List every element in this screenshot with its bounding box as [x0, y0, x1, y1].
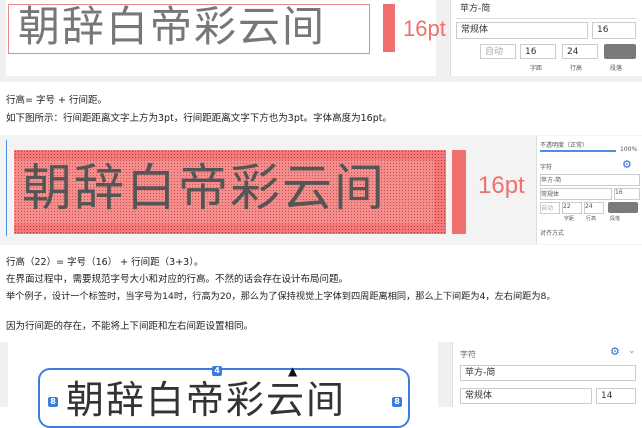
font-size-input[interactable]: 16: [592, 22, 636, 39]
font-weight-select-2[interactable]: 常规体: [540, 188, 612, 200]
text-line-height-formula: 行高= 字号 + 行间距。: [6, 95, 107, 106]
font-weight-select-3[interactable]: 常规体: [460, 388, 592, 404]
ruler-line: [6, 140, 7, 236]
font-family-value: 苹方-简: [460, 4, 491, 14]
align-label: 对齐方式: [540, 230, 565, 237]
cursor-icon: ▲: [288, 364, 298, 378]
auto-input[interactable]: 自动: [480, 44, 516, 59]
line-height-value-2: 24: [585, 203, 593, 210]
font-size-value-2: 16: [615, 189, 623, 196]
paragraph-label-2: 段落: [610, 216, 621, 222]
sample-text-large: 朝辞白帝彩云间: [18, 2, 327, 51]
text-figure-description: 如下图所示：行间距距离文字上方为3pt，行间距距离文字下方也为3pt。字体高度为…: [6, 113, 392, 124]
font-size-input-3[interactable]: 14: [596, 388, 636, 404]
font-weight-value-3: 常规体: [465, 391, 493, 401]
line-height-input[interactable]: 24: [562, 44, 598, 59]
char-spacing-label-2: 字距: [564, 216, 575, 222]
badge-left-spacing: 8: [48, 397, 58, 407]
font-size-value-3: 14: [601, 391, 613, 401]
opacity-slider[interactable]: [540, 150, 616, 152]
text-spacing-note: 因为行间距的存在，不能将上下间距和左右间距设置相同。: [6, 321, 254, 332]
line-height-value: 24: [567, 47, 579, 57]
character-section-label: 字符: [540, 164, 553, 171]
font-family-value-2: 苹方-简: [541, 177, 562, 184]
auto-placeholder: 自动: [485, 47, 504, 57]
line-height-input-2[interactable]: 24: [584, 202, 604, 214]
auto-placeholder-2: 自动: [541, 205, 554, 212]
badge-top-spacing: 4: [212, 366, 222, 376]
font-family-select[interactable]: 苹方-简: [456, 2, 636, 19]
font-size-value: 16: [597, 25, 609, 35]
text-line-height-example: 行高（22）= 字号（16） + 行间距（3+3）。: [6, 257, 204, 268]
font-weight-value: 常规体: [461, 25, 489, 35]
font-family-value-3: 苹方-简: [465, 368, 496, 378]
paragraph-label: 段落: [610, 65, 623, 72]
line-height-label: 行高: [570, 65, 583, 72]
pt-label-2: 16pt: [478, 172, 525, 199]
badge-right-spacing: 8: [392, 397, 402, 407]
char-spacing-value-2: 22: [563, 203, 571, 210]
font-size-bar-2: [452, 150, 466, 234]
font-size-bar: [383, 4, 395, 52]
line-height-label-2: 行高: [586, 216, 597, 222]
font-weight-value-2: 常规体: [541, 191, 560, 198]
text-tag-example: 举个例子，设计一个标签时，当字号为14时，行高为20，那么为了保持视觉上字体到四…: [6, 291, 556, 302]
gear-icon-3[interactable]: ⚙: [610, 345, 620, 358]
gear-icon[interactable]: ⚙: [622, 158, 632, 171]
character-section-label-3: 字符: [460, 350, 476, 359]
opacity-label: 不透明度（正常）: [540, 142, 589, 149]
char-spacing-input[interactable]: 16: [520, 44, 556, 59]
font-family-select-3[interactable]: 苹方-简: [460, 365, 636, 381]
chevron-down-icon[interactable]: ⌄: [628, 346, 636, 356]
auto-input-2[interactable]: 自动: [540, 202, 560, 214]
pt-label: 16pt: [403, 16, 446, 41]
char-spacing-input-2[interactable]: 22: [562, 202, 582, 214]
font-family-select-2[interactable]: 苹方-简: [540, 174, 640, 186]
char-spacing-value: 16: [525, 47, 537, 57]
font-weight-select[interactable]: 常规体: [456, 22, 588, 39]
sample-text-medium: 朝辞白帝彩云间: [22, 159, 386, 217]
font-size-input-2[interactable]: 16: [614, 188, 640, 200]
opacity-value: 100%: [620, 146, 638, 153]
sample-text-bottom: 朝辞白帝彩云间: [66, 378, 347, 422]
text-spec-note: 在界面过程中，需要规范字号大小和对应的行高。不然的话会存在设计布局问题。: [6, 274, 349, 285]
color-swatch-2[interactable]: [608, 202, 638, 213]
char-spacing-label: 字距: [530, 65, 543, 72]
color-swatch[interactable]: [604, 44, 636, 59]
